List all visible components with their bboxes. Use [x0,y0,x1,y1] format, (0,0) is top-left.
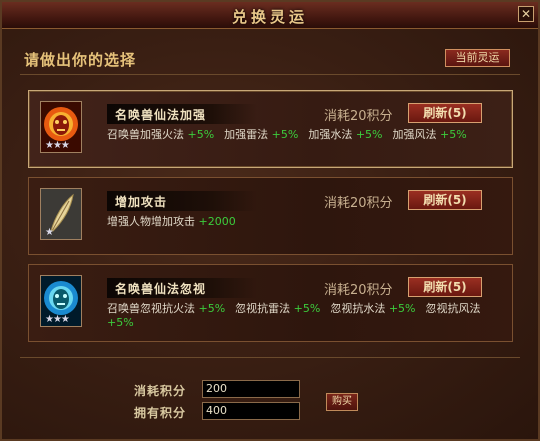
title-bar[interactable]: 兑换灵运 ✕ [2,2,538,29]
rarity-stars: ★ [45,227,54,238]
rarity-stars: ★★★ [45,140,70,151]
option-cost: 消耗20积分 [324,196,393,211]
effect-bonus: +5% [271,128,299,141]
option-cost: 消耗20积分 [324,283,393,298]
effect-bonus: +5% [440,128,467,141]
option-effects: 召唤兽加强火法 +5% 加强雷法 +5% 加强水法 +5% 加强风法 +5% [107,128,502,142]
effect-bonus: +5% [293,302,321,315]
option-cost: 消耗20积分 [324,109,393,124]
effect-text: 忽视抗风法 [425,302,481,315]
effect-bonus: +2000 [198,215,236,228]
close-icon: ✕ [520,7,532,21]
effect-text: 召唤兽加强火法 [107,128,184,141]
effect-text: 忽视抗水法 [330,302,386,315]
refresh-button[interactable]: 刷新(5) [408,277,482,297]
option-name: 名唤兽仙法加强 [115,108,207,122]
effect-text: 加强水法 [308,128,353,141]
effect-bonus: +5% [107,316,134,329]
option-effects: 召唤兽忽视抗火法 +5% 忽视抗雷法 +5% 忽视抗水法 +5% 忽视抗风法 +5% [107,302,502,330]
owned-points-field: 400 [202,402,300,420]
option-name: 增加攻击 [115,195,168,209]
refresh-button[interactable]: 刷新(5) [408,103,482,123]
effect-bonus: +5% [198,302,226,315]
effect-text: 忽视抗雷法 [235,302,291,315]
fire-beast-icon: ★★★ [40,101,82,153]
effect-bonus: +5% [388,302,416,315]
ice-beast-icon: ★★★ [40,275,82,327]
effect-bonus: +5% [187,128,215,141]
rarity-stars: ★★★ [45,314,70,325]
effect-bonus: +5% [355,128,383,141]
selection-prompt: 请做出你的选择 [24,51,137,69]
option-name: 名唤兽仙法忽视 [115,282,207,296]
option-effects: 增强人物增加攻击 +2000 [107,215,502,229]
refresh-button[interactable]: 刷新(5) [408,190,482,210]
option-card-attack[interactable]: ★ 增加攻击 消耗20积分 刷新(5) 增强人物增加攻击 +2000 [28,177,513,255]
exchange-window: 兑换灵运 ✕ 请做出你的选择 当前灵运 ★★★ 名唤兽仙法加强 消耗20积分 刷… [0,0,540,441]
option-card-fire[interactable]: ★★★ 名唤兽仙法加强 消耗20积分 刷新(5) 召唤兽加强火法 +5% 加强雷法… [28,90,513,168]
effect-text: 加强风法 [392,128,437,141]
effect-text: 增强人物增加攻击 [107,215,195,228]
window-title: 兑换灵运 [231,8,308,26]
cost-points-label: 消耗积分 [134,384,187,398]
divider [20,74,520,75]
feather-icon: ★ [40,188,82,240]
option-card-ignore[interactable]: ★★★ 名唤兽仙法忽视 消耗20积分 刷新(5) 召唤兽忽视抗火法 +5% 忽视抗… [28,264,513,342]
effect-text: 召唤兽忽视抗火法 [107,302,195,315]
buy-button[interactable]: 购买 [326,393,358,411]
current-fortune-button[interactable]: 当前灵运 [445,49,510,67]
cost-points-field: 200 [202,380,300,398]
close-button[interactable]: ✕ [518,6,534,22]
owned-points-label: 拥有积分 [134,406,187,420]
effect-text: 加强雷法 [224,128,269,141]
divider [20,357,520,358]
